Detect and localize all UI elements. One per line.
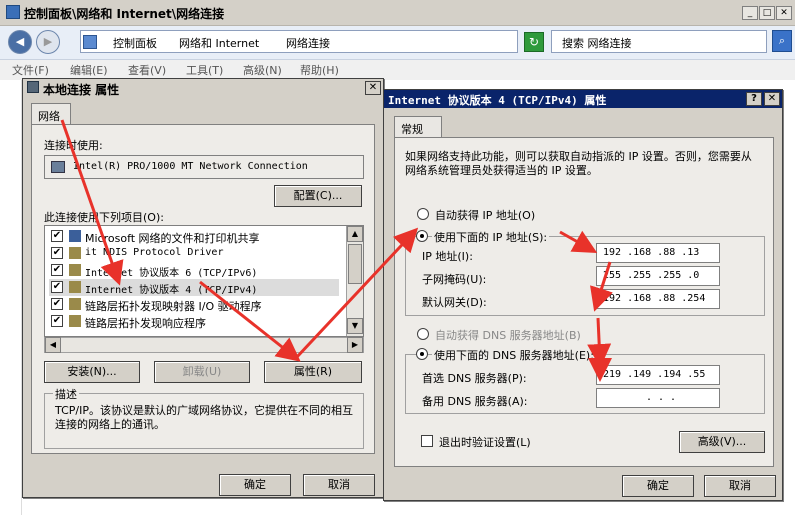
arrow-to-gateway-field xyxy=(590,261,613,312)
arrow-to-ip-field xyxy=(559,230,598,253)
annotation-arrows xyxy=(60,119,613,382)
arrow-to-ipv4-item xyxy=(60,119,124,286)
arrow-to-properties-button xyxy=(199,280,301,362)
arrow-to-manual-ip-radio xyxy=(294,227,419,360)
arrow-to-manual-dns-radio xyxy=(587,317,612,368)
